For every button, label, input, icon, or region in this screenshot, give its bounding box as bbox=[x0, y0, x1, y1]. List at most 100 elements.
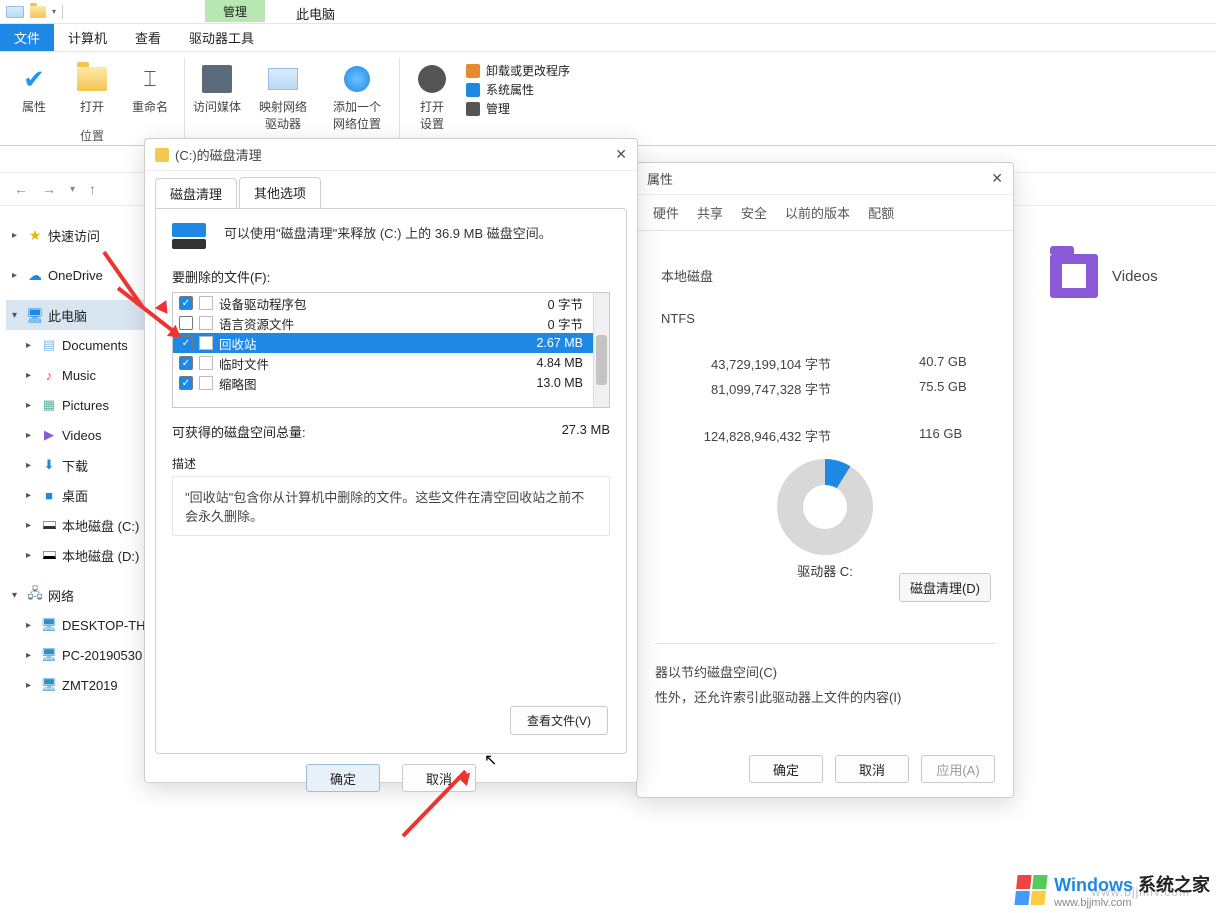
tree-disk-c[interactable]: 本地磁盘 (C:) bbox=[6, 510, 156, 540]
file-row[interactable]: ✓回收站2.67 MB bbox=[173, 333, 609, 353]
scrollbar[interactable] bbox=[593, 293, 609, 407]
label: 重命名 bbox=[132, 98, 168, 115]
checkbox[interactable]: ✓ bbox=[179, 356, 193, 370]
item-videos[interactable]: Videos bbox=[1050, 254, 1158, 298]
folder-icon bbox=[75, 62, 109, 96]
file-icon bbox=[199, 296, 213, 310]
view-files-button[interactable]: 查看文件(V) bbox=[510, 706, 608, 735]
index-option[interactable]: 性外，还允许索引此驱动器上文件的内容(I) bbox=[655, 687, 995, 706]
videos-icon bbox=[1050, 254, 1098, 298]
apply-button[interactable]: 应用(A) bbox=[921, 755, 995, 783]
drive-icon bbox=[6, 6, 24, 18]
tree-onedrive[interactable]: ☁OneDrive bbox=[6, 260, 156, 290]
label: 添加一个 网络位置 bbox=[333, 98, 381, 132]
files-listbox[interactable]: ✓设备驱动程序包0 字节语言资源文件0 字节✓回收站2.67 MB✓临时文件4.… bbox=[172, 292, 610, 408]
cancel-button[interactable]: 取消 bbox=[835, 755, 909, 783]
drive-type: 本地磁盘 bbox=[661, 266, 713, 285]
file-name: 回收站 bbox=[219, 334, 257, 353]
nav-up[interactable]: ↑ bbox=[89, 181, 96, 197]
network-icon: 🖧 bbox=[26, 583, 44, 607]
ribbon-open[interactable]: 打开 bbox=[68, 58, 116, 115]
tab-more-options[interactable]: 其他选项 bbox=[239, 177, 321, 208]
tab-share[interactable]: 共享 bbox=[697, 203, 723, 230]
drive-icon bbox=[172, 223, 210, 249]
file-name: 缩略图 bbox=[219, 374, 257, 393]
tree-disk-d[interactable]: 本地磁盘 (D:) bbox=[6, 540, 156, 570]
checkbox[interactable]: ✓ bbox=[179, 296, 193, 310]
uninstall-icon bbox=[466, 64, 480, 78]
tree-desktop[interactable]: ■桌面 bbox=[6, 480, 156, 510]
menu-computer[interactable]: 计算机 bbox=[54, 24, 121, 51]
ribbon-uninstall[interactable]: 卸载或更改程序 bbox=[466, 62, 570, 79]
tree-music[interactable]: ♪Music bbox=[6, 360, 156, 390]
menu-view[interactable]: 查看 bbox=[121, 24, 175, 51]
nav-forward[interactable]: → bbox=[42, 181, 56, 197]
checkbox[interactable]: ✓ bbox=[179, 336, 193, 350]
ok-button[interactable]: 确定 bbox=[749, 755, 823, 783]
tree-net-1[interactable]: 🖥DESKTOP-TH bbox=[6, 610, 156, 640]
ribbon-system-properties[interactable]: 系统属性 bbox=[466, 81, 570, 98]
disk-cleanup-button[interactable]: 磁盘清理(D) bbox=[899, 573, 991, 602]
tree-net-3[interactable]: 🖥ZMT2019 bbox=[6, 670, 156, 700]
monitor-icon bbox=[466, 83, 480, 97]
checkbox[interactable]: ✓ bbox=[179, 376, 193, 390]
checkbox[interactable] bbox=[179, 316, 193, 330]
tree-quick-access[interactable]: ★快速访问 bbox=[6, 220, 156, 250]
usage-donut bbox=[777, 459, 873, 555]
nav-recent[interactable]: ▾ bbox=[70, 184, 75, 195]
tree-videos[interactable]: ▶Videos bbox=[6, 420, 156, 450]
logo-text-2: 系统之家 bbox=[1138, 875, 1210, 895]
computer-icon: 🖥 bbox=[40, 677, 58, 693]
ribbon-properties[interactable]: ✔ 属性 bbox=[10, 58, 58, 115]
cleanup-tabs: 磁盘清理 其他选项 bbox=[145, 171, 637, 208]
nav-back[interactable]: ← bbox=[14, 181, 28, 197]
tree-documents[interactable]: ▤Documents bbox=[6, 330, 156, 360]
tab-quota[interactable]: 配额 bbox=[868, 203, 894, 230]
tree-pictures[interactable]: ▦Pictures bbox=[6, 390, 156, 420]
label: Videos bbox=[62, 428, 102, 443]
ribbon-add-network-location[interactable]: 添加一个 网络位置 bbox=[325, 58, 389, 132]
globe-icon bbox=[340, 62, 374, 96]
tab-previous[interactable]: 以前的版本 bbox=[785, 203, 850, 230]
label: Videos bbox=[1112, 268, 1158, 285]
ribbon: ✔ 属性 打开 ⌶ 重命名 位置 访问媒体 映射网络 驱动器 bbox=[0, 52, 1216, 146]
scrollbar-thumb[interactable] bbox=[596, 335, 607, 385]
computer-icon: 🖥 bbox=[40, 617, 58, 633]
ribbon-rename[interactable]: ⌶ 重命名 bbox=[126, 58, 174, 115]
close-icon[interactable]: ✕ bbox=[615, 146, 627, 163]
file-name: 语言资源文件 bbox=[219, 314, 294, 333]
ok-button[interactable]: 确定 bbox=[306, 764, 380, 792]
dialog-titlebar[interactable]: 属性 ✕ bbox=[637, 163, 1013, 195]
close-icon[interactable]: ✕ bbox=[991, 170, 1003, 187]
server-icon bbox=[200, 62, 234, 96]
menu-drive-tools[interactable]: 驱动器工具 bbox=[175, 24, 268, 51]
desktop-icon: ■ bbox=[40, 488, 58, 503]
dialog-titlebar[interactable]: (C:)的磁盘清理 ✕ bbox=[145, 139, 637, 171]
title-bar: ▾ bbox=[0, 0, 1216, 24]
ribbon-manage[interactable]: 管理 bbox=[466, 100, 570, 117]
ribbon-access-media[interactable]: 访问媒体 bbox=[193, 58, 241, 132]
ribbon-map-drive[interactable]: 映射网络 驱动器 bbox=[251, 58, 315, 132]
tree-this-pc[interactable]: 🖥此电脑 bbox=[6, 300, 156, 330]
menu-file[interactable]: 文件 bbox=[0, 24, 54, 51]
file-row[interactable]: 语言资源文件0 字节 bbox=[173, 313, 609, 333]
file-icon bbox=[199, 336, 213, 350]
site-logo: Windows 系统之家 www.bjjmlv.com bbox=[1016, 871, 1210, 909]
ribbon-open-settings[interactable]: 打开 设置 bbox=[408, 58, 456, 132]
tree-net-2[interactable]: 🖥PC-20190530 bbox=[6, 640, 156, 670]
chevron-down-icon[interactable]: ▾ bbox=[52, 7, 56, 16]
download-icon: ⬇ bbox=[40, 457, 58, 473]
file-row[interactable]: ✓缩略图13.0 MB bbox=[173, 373, 609, 393]
label: 器以节约磁盘空间(C) bbox=[655, 665, 777, 680]
file-row[interactable]: ✓设备驱动程序包0 字节 bbox=[173, 293, 609, 313]
tree-network[interactable]: 🖧网络 bbox=[6, 580, 156, 610]
tab-security[interactable]: 安全 bbox=[741, 203, 767, 230]
file-row[interactable]: ✓临时文件4.84 MB bbox=[173, 353, 609, 373]
label: PC-20190530 bbox=[62, 648, 142, 663]
total-label: 可获得的磁盘空间总量: bbox=[172, 422, 306, 441]
dialog-title: (C:)的磁盘清理 bbox=[175, 145, 262, 164]
tab-disk-cleanup[interactable]: 磁盘清理 bbox=[155, 178, 237, 209]
tree-downloads[interactable]: ⬇下载 bbox=[6, 450, 156, 480]
tab-hardware[interactable]: 硬件 bbox=[653, 203, 679, 230]
compress-option[interactable]: 器以节约磁盘空间(C) bbox=[655, 662, 995, 681]
